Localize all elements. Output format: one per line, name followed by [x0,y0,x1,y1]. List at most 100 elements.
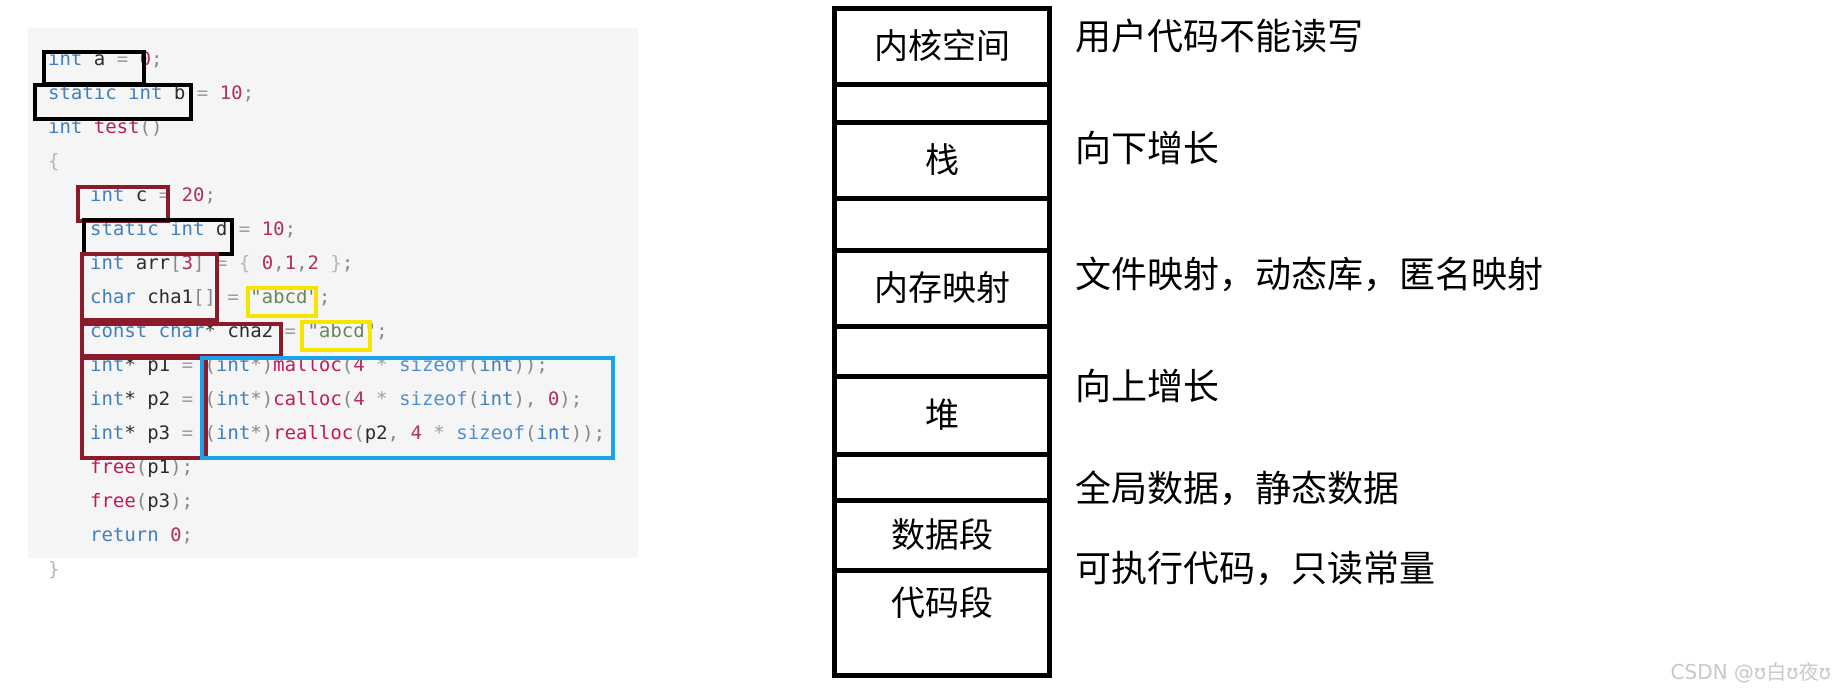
code-token: * [376,354,388,376]
memory-segment-gap [837,87,1047,125]
code-token: )) [513,354,537,376]
code-token: static [48,82,117,104]
code-token: ), [513,388,537,410]
code-token: 1 [284,252,297,274]
memory-layout-diagram: 内核空间栈内存映射堆数据段 代码段 [832,6,1052,678]
code-token: () [139,116,163,138]
code-token: ; [376,320,388,342]
code-token: ; [284,218,297,240]
code-token: = [181,388,194,410]
code-token: * [124,354,136,376]
code-token: ; [570,388,583,410]
code-line: int* p3 = (int*)realloc(p2, 4 * sizeof(i… [90,416,605,450]
code-token: 20 [181,184,205,206]
memory-segment-内核空间: 内核空间 [837,11,1047,87]
code-segment-description: 可执行代码，只读常量 [1075,549,1436,590]
code-token: = [181,354,194,376]
code-token: ( [524,422,537,444]
code-token: [] [192,286,216,308]
code-token: ) [170,490,182,512]
code-token: ( [467,354,480,376]
code-token: static [90,218,159,240]
code-token: } [48,558,60,580]
code-token: ) [559,388,571,410]
code-line: int arr[3] = { 0,1,2 }; [90,246,353,280]
heap-description: 向上增长 [1075,367,1220,408]
code-token: } [318,252,342,274]
code-token: ( [204,388,216,410]
code-token: free [90,456,136,478]
code-token: int [90,422,125,444]
code-token: ( [467,388,480,410]
csdn-watermark: CSDN @ʊ白ʊ夜ʊ [1670,660,1831,684]
code-token: int [215,422,251,444]
memory-segment-gap [837,457,1047,503]
code-token: , [273,252,285,274]
code-line: char cha1[] = "abcd"; [90,280,330,314]
code-line: int* p2 = (int*)calloc(4 * sizeof(int), … [90,382,582,416]
code-token: , [296,252,308,274]
code-line: static int d = 10; [90,212,296,246]
code-token: * [124,388,136,410]
code-token: 3 [181,252,194,274]
code-token: ( [135,490,148,512]
code-token: , [387,422,400,444]
code-token: "abcd" [250,286,319,308]
code-token: ; [536,354,548,376]
code-token: ( [135,456,148,478]
code-token: { [227,252,262,274]
code-token: [ [170,252,182,274]
code-token: ( [204,422,216,444]
code-token: ( [204,354,216,376]
code-token: cha2 [227,320,274,342]
code-token: int [215,354,251,376]
code-token: = [116,48,129,70]
code-token: = [227,286,239,308]
code-token: int [48,48,83,70]
code-token: { [48,150,60,172]
code-token: 4 [353,388,365,410]
code-token: * [124,422,136,444]
code-line: static int b = 10; [48,76,254,110]
code-token: ; [242,82,255,104]
memory-segment-label: 代码段 [891,584,993,624]
code-token: p3 [147,422,171,444]
code-token: 2 [307,252,319,274]
code-line: free(p1); [90,450,193,484]
code-token: ; [318,286,331,308]
code-token: const [90,320,148,342]
code-line: { [48,144,59,178]
code-line: int a = 0; [48,42,163,76]
code-token: )) [570,422,594,444]
code-token: = [215,252,228,274]
code-token: ) [170,456,182,478]
code-token: arr [135,252,171,274]
code-token: d [215,218,228,240]
code-token: char [90,286,136,308]
code-token: return [90,524,159,546]
code-token: ; [181,456,194,478]
code-token: int [479,388,514,410]
